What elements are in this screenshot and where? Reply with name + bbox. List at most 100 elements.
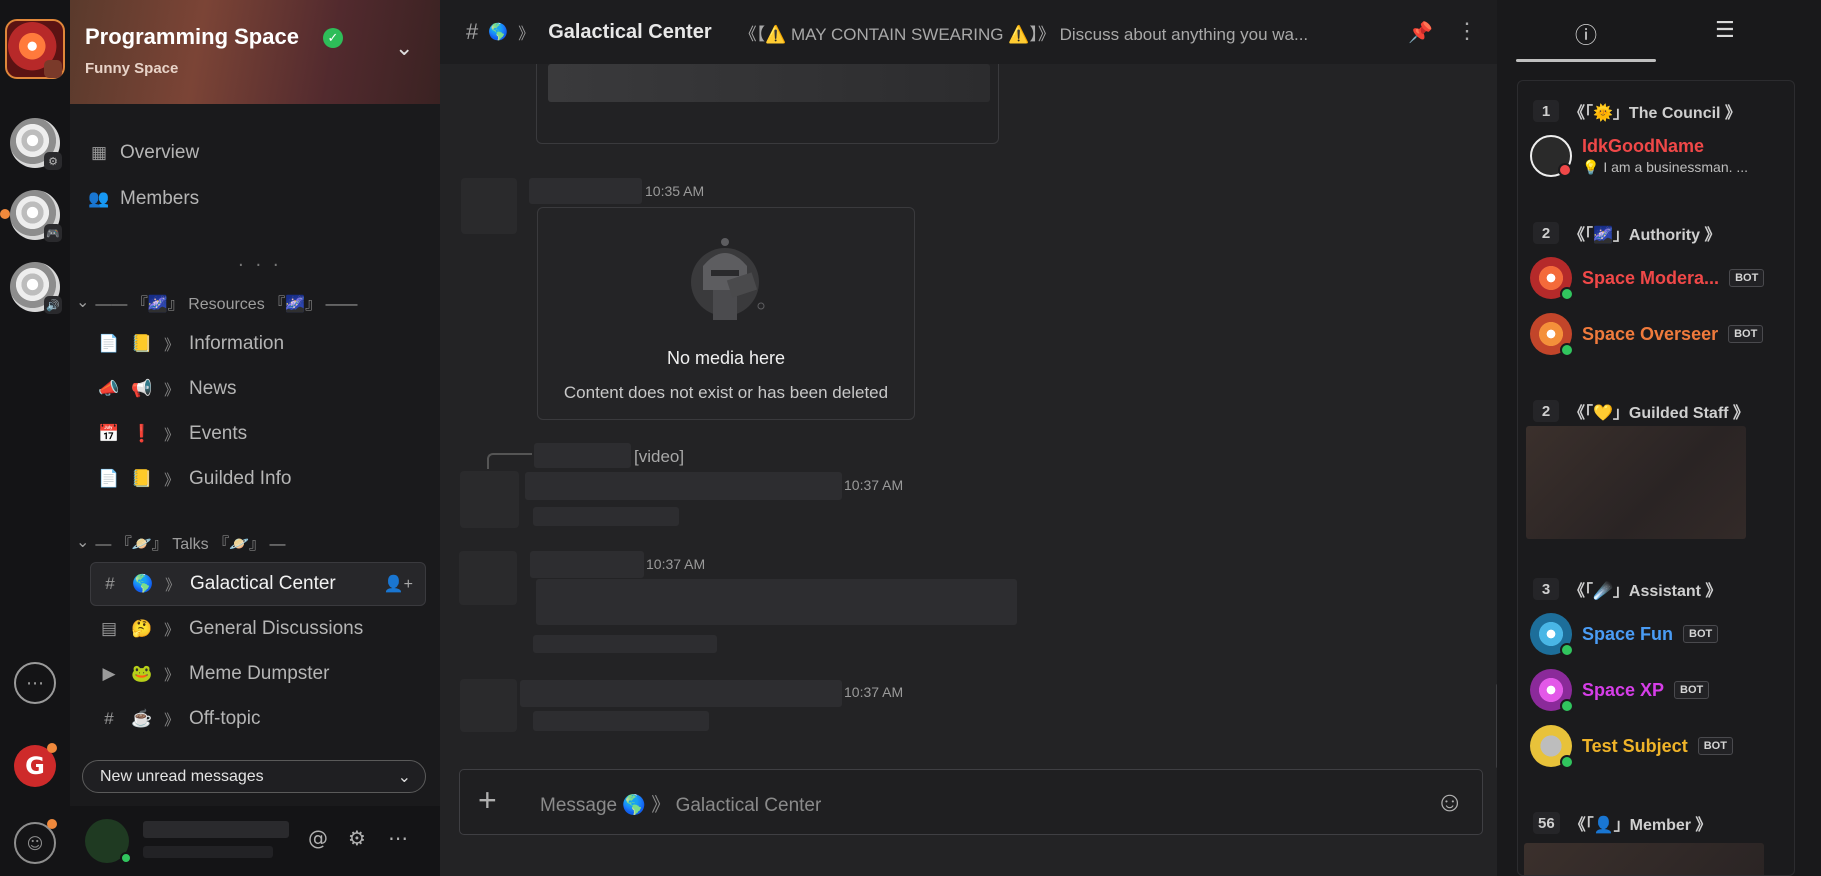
server-banner[interactable]: Programming Space ✓ Funny Space ⌄ xyxy=(70,0,440,104)
avatar xyxy=(1530,313,1574,357)
plus-icon[interactable]: + xyxy=(478,782,497,819)
mention-icon[interactable]: @ xyxy=(308,826,328,850)
member-test-subject[interactable]: Test Subject BOT xyxy=(1530,725,1790,769)
message-text-placeholder xyxy=(533,711,709,731)
group-name: 《「🌞」The Council 》 xyxy=(1569,105,1741,122)
member-list: 1 《「🌞」The Council 》 IdkGoodName 💡 I am a… xyxy=(1517,80,1795,876)
category-talks[interactable]: ⌄ — 『🪐』 Talks 『🪐』 — xyxy=(76,530,286,554)
bot-badge: BOT xyxy=(1674,681,1710,699)
channel-news[interactable]: 📣 📢 》 News xyxy=(90,367,426,411)
message-text-placeholder xyxy=(536,579,1017,625)
avatar[interactable] xyxy=(460,679,517,732)
no-media-subtitle: Content does not exist or has been delet… xyxy=(563,383,889,402)
avatar xyxy=(1530,257,1574,301)
member-space-overseer[interactable]: Space Overseer BOT xyxy=(1530,313,1790,357)
nav-members-label: Members xyxy=(120,188,200,209)
username-placeholder[interactable] xyxy=(525,472,842,500)
channel-separator: 》 xyxy=(164,381,180,399)
group-header[interactable]: 3 《「☄️」Assistant 》 xyxy=(1533,577,1721,601)
online-status-icon xyxy=(120,852,132,864)
channel-general-discussions[interactable]: ▤ 🤔 》 General Discussions xyxy=(90,607,426,651)
avatar[interactable] xyxy=(460,471,519,528)
group-name: 《「🌌」Authority 》 xyxy=(1569,227,1721,244)
member-status: 💡 I am a businessman. ... xyxy=(1582,159,1749,175)
channel-topic[interactable]: 《【⚠️ MAY CONTAIN SWEARING ⚠️】》 Discuss a… xyxy=(740,20,1380,45)
channel-guilded-info[interactable]: 📄 📒 》 Guilded Info xyxy=(90,457,426,501)
channel-label: Information xyxy=(189,333,285,354)
group-header[interactable]: 2 《「🌌」Authority 》 xyxy=(1533,221,1720,245)
nav-members[interactable]: 👥 Members xyxy=(88,182,200,216)
server-subtitle: Funny Space xyxy=(85,60,179,77)
member-space-fun[interactable]: Space Fun BOT xyxy=(1530,613,1790,657)
new-unread-messages-button[interactable]: New unread messages ⌄ xyxy=(82,760,426,793)
channel-header: # 🌎 》 Galactical Center 《【⚠️ MAY CONTAIN… xyxy=(440,0,1497,64)
server-name: Programming Space xyxy=(85,24,299,49)
channel-information[interactable]: 📄 📒 》 Information xyxy=(90,322,426,366)
channel-off-topic[interactable]: # ☕ 》 Off-topic xyxy=(90,697,426,741)
online-status-icon xyxy=(1560,287,1574,301)
more-vertical-icon[interactable]: ⋮ xyxy=(1456,18,1478,44)
channel-label: Off-topic xyxy=(189,708,261,729)
message-composer[interactable]: + Message 🌎 》 Galactical Center ☺ xyxy=(459,769,1483,835)
member-idkgoodname[interactable]: IdkGoodName 💡 I am a businessman. ... xyxy=(1530,135,1790,177)
gear-icon[interactable]: ⚙ xyxy=(348,826,366,850)
online-status-icon xyxy=(1560,343,1574,357)
avatar[interactable] xyxy=(461,178,517,234)
category-resources-label: —— 『🌌』 Resources 『🌌』 —— xyxy=(95,296,358,313)
channel-meme-dumpster[interactable]: ▶ 🐸 》 Meme Dumpster xyxy=(90,652,426,696)
gamepad-icon: 🎮 xyxy=(44,224,62,242)
channel-emoji: 🌎 xyxy=(132,574,154,593)
emoji-icon[interactable]: ☺ xyxy=(1435,786,1464,818)
hash-icon: # xyxy=(466,19,479,44)
username-placeholder[interactable] xyxy=(529,178,642,204)
chevron-down-icon: ⌄ xyxy=(76,294,90,311)
group-header[interactable]: 1 《「🌞」The Council 》 xyxy=(1533,99,1741,123)
avatar[interactable] xyxy=(459,551,517,605)
channel-separator: 》 xyxy=(164,336,180,354)
channel-label: Meme Dumpster xyxy=(189,663,330,684)
message-input[interactable]: Message 🌎 》 Galactical Center xyxy=(540,790,821,817)
no-media-card: No media here Content does not exist or … xyxy=(537,207,915,420)
info-icon[interactable]: ⓘ xyxy=(1575,18,1597,50)
channel-label: News xyxy=(189,378,237,399)
server-badge xyxy=(44,60,62,78)
channel-title: Galactical Center xyxy=(548,20,712,43)
server-rail: ⚙ 🎮 🔊 ⋯ G ☺ xyxy=(0,0,70,876)
user-bar: @ ⚙ ⋯ xyxy=(70,806,440,876)
group-header[interactable]: 56 《「👤」Member 》 xyxy=(1533,811,1711,835)
reply-username-placeholder[interactable] xyxy=(534,443,631,468)
add-user-icon[interactable]: 👤+ xyxy=(384,574,413,594)
chat-bubble-icon[interactable]: ⋯ xyxy=(14,662,56,704)
category-talks-label: — 『🪐』 Talks 『🪐』 — xyxy=(95,536,286,553)
speaker-icon: 🔊 xyxy=(44,296,62,314)
group-header[interactable]: 2 《「💛」Guilded Staff 》 xyxy=(1533,399,1749,423)
category-resources[interactable]: ⌄ —— 『🌌』 Resources 『🌌』 —— xyxy=(76,290,358,314)
channel-emoji: 🤔 xyxy=(131,619,153,638)
reply-connector xyxy=(487,453,532,469)
group-name: 《「💛」Guilded Staff 》 xyxy=(1569,405,1749,422)
username-placeholder[interactable] xyxy=(520,680,842,707)
chevron-down-icon[interactable]: ⌄ xyxy=(395,36,413,61)
channel-separator: 》 xyxy=(165,576,181,594)
channel-events[interactable]: 📅 ❗ 》 Events xyxy=(90,412,426,456)
reply-preview-text: [video] xyxy=(634,447,685,466)
member-space-moderator[interactable]: Space Modera... BOT xyxy=(1530,257,1790,301)
overflow-dots[interactable]: . . . xyxy=(238,250,282,271)
calendar-icon: 📅 xyxy=(98,424,120,443)
bot-badge: BOT xyxy=(1683,625,1719,643)
nav-overview[interactable]: ▦ Overview xyxy=(90,136,199,170)
forum-icon: ▤ xyxy=(100,619,118,638)
thread-list-icon[interactable]: ☰ xyxy=(1715,18,1735,43)
more-icon[interactable]: ⋯ xyxy=(388,826,408,850)
channel-label: Guilded Info xyxy=(189,468,292,489)
channel-separator: 》 xyxy=(164,426,180,444)
channel-galactical-center[interactable]: # 🌎 》 Galactical Center 👤+ xyxy=(90,562,426,606)
username-placeholder[interactable] xyxy=(530,551,644,578)
pin-icon[interactable]: 📌 xyxy=(1408,20,1433,45)
members-icon: 👥 xyxy=(88,189,110,208)
member-space-xp[interactable]: Space XP BOT xyxy=(1530,669,1790,713)
dnd-status-icon xyxy=(1558,163,1572,177)
channel-sidebar: Programming Space ✓ Funny Space ⌄ ▦ Over… xyxy=(70,0,440,876)
group-count: 56 xyxy=(1533,812,1560,834)
channel-emoji: 🐸 xyxy=(131,664,153,683)
